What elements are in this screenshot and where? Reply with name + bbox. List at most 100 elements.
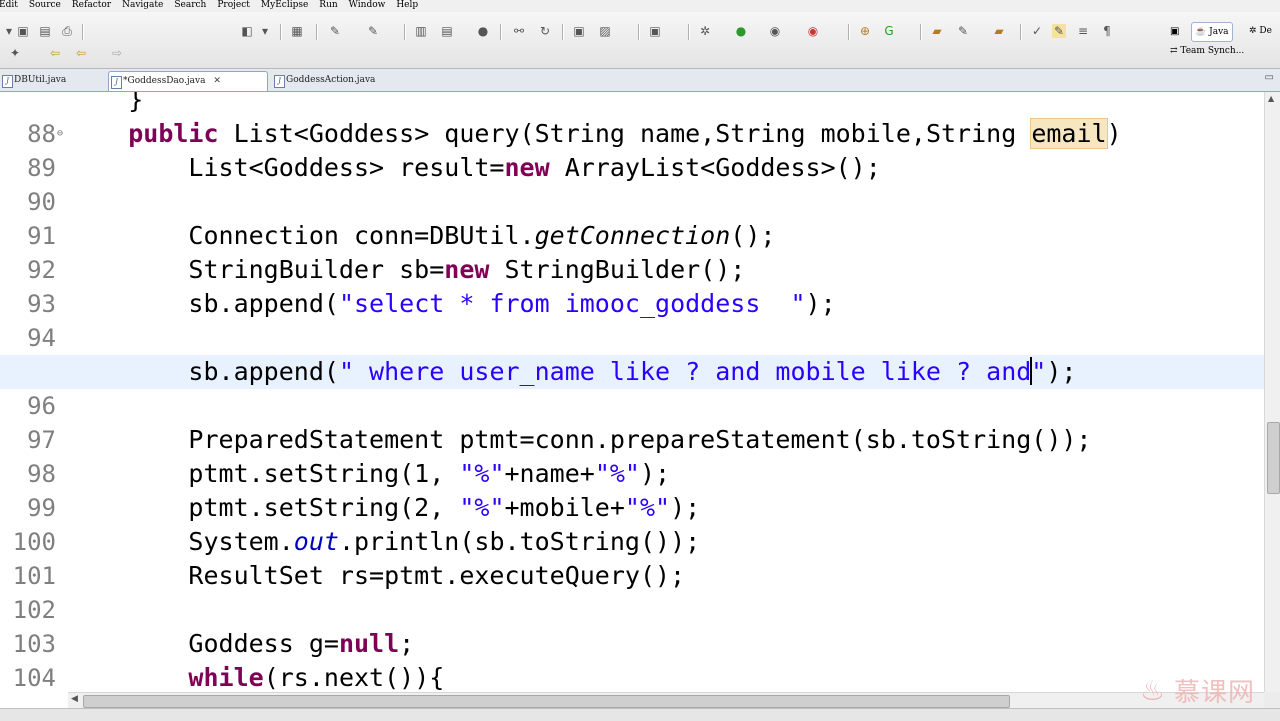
line-code: while(rs.next()){	[188, 663, 445, 692]
open-perspective-icon[interactable]: ▣	[1170, 22, 1179, 42]
string-literal: "%"	[624, 493, 671, 522]
tab-goddessdao[interactable]: J *GoddessDao.java ✕	[108, 71, 268, 91]
vertical-scroll-thumb[interactable]	[1267, 422, 1280, 494]
menu-search[interactable]: Search	[174, 0, 206, 10]
string-literal: "select * from imooc_goddess "	[338, 289, 806, 318]
code-line[interactable]: 89 ⊖ public List<Goddess> query(String n…	[0, 117, 1264, 182]
menu-edit[interactable]: Edit	[0, 0, 18, 10]
run-config-icon[interactable]: ◉	[768, 24, 782, 38]
server-icon[interactable]: ▦	[290, 24, 304, 38]
picture-icon[interactable]: ▨	[598, 24, 612, 38]
code-line[interactable]: 100 ptmt.setString(2, "%"+mobile+"%");	[0, 491, 1264, 556]
line-code: ResultSet rs=ptmt.executeQuery();	[68, 559, 685, 593]
team-sync-label: Team Synch...	[1180, 46, 1245, 56]
back-icon[interactable]: ⇦	[48, 46, 62, 60]
code-line[interactable]: 93 StringBuilder sb=new StringBuilder();	[0, 253, 1264, 318]
maximize-editor-icon[interactable]: ▭	[1265, 72, 1274, 83]
menu-refactor[interactable]: Refactor	[72, 0, 111, 10]
toolbar-separator	[82, 24, 84, 40]
line-code: ptmt.setString(1, "%"+name+"%");	[68, 459, 671, 488]
report-icon[interactable]: ▤	[440, 24, 454, 38]
hint-icon[interactable]: ✦	[8, 46, 22, 60]
browser-icon[interactable]: ▥	[414, 24, 428, 38]
annotation-icon[interactable]: ✓	[1030, 24, 1044, 38]
code-line[interactable]: 104 Goddess g=null;	[0, 627, 1264, 692]
java-perspective-label: Java	[1209, 27, 1229, 37]
flame-logo-icon: ♨	[1140, 674, 1166, 707]
code-line[interactable]: 97	[0, 389, 1264, 454]
new-package-icon[interactable]: G	[882, 24, 896, 38]
debug-perspective-label: De	[1259, 26, 1272, 36]
menu-window[interactable]: Window	[349, 0, 386, 10]
horizontal-scrollbar[interactable]: ◀	[68, 692, 1264, 709]
tab-label: GoddessAction.java	[286, 75, 376, 85]
code-line[interactable]: 102 ResultSet rs=ptmt.executeQuery();	[0, 559, 1264, 624]
globe-icon[interactable]: ●	[476, 24, 490, 38]
line-code: }	[68, 92, 143, 117]
watermark-text: 慕课网	[1174, 678, 1256, 708]
open-folder-icon[interactable]: ▰	[930, 24, 944, 38]
tab-goddessaction[interactable]: J GoddessAction.java	[272, 71, 426, 90]
current-code-line[interactable]: 96 sb.append(" where user_name like ? an…	[0, 355, 1264, 423]
mark-occurrences-icon[interactable]: ✎	[1052, 24, 1066, 38]
dropdown-arrow-icon[interactable]: ▾	[258, 24, 272, 38]
new-icon[interactable]: ▾	[2, 24, 16, 38]
fold-collapse-icon[interactable]: ⊖	[57, 117, 63, 151]
code-editor[interactable]: 88 } 89 ⊖ public List<Goddess> query(Str…	[0, 92, 1264, 692]
save-all-icon[interactable]: ▤	[38, 24, 52, 38]
menu-run[interactable]: Run	[319, 0, 337, 10]
code-line[interactable]: 92 Connection conn=DBUtil.getConnection(…	[0, 219, 1264, 284]
code-line[interactable]: 90 List<Goddess> result=new ArrayList<Go…	[0, 151, 1264, 216]
string-literal: "%"	[594, 459, 640, 488]
open-type-icon[interactable]: ◧	[240, 24, 254, 38]
new-class-icon[interactable]: ⊕	[858, 24, 872, 38]
team-sync-perspective-button[interactable]: ⇄ Team Synch...	[1170, 42, 1244, 60]
link-icon[interactable]: ⚯	[512, 24, 526, 38]
java-perspective-button[interactable]: ☕ Java	[1191, 22, 1233, 42]
code-line[interactable]: 94 sb.append("select * from imooc_goddes…	[0, 287, 1264, 352]
folder-icon[interactable]: ▰	[992, 24, 1006, 38]
menu-project[interactable]: Project	[217, 0, 250, 10]
code-line[interactable]: 99 ptmt.setString(1, "%"+name+"%");	[0, 457, 1264, 522]
menu-navigate[interactable]: Navigate	[122, 0, 163, 10]
run-icon[interactable]: ●	[734, 24, 748, 38]
horizontal-scroll-thumb[interactable]	[83, 695, 1010, 708]
scroll-left-icon[interactable]: ◀	[71, 694, 78, 704]
scroll-up-icon[interactable]: ▲	[1268, 94, 1274, 103]
wand-icon[interactable]: ✎	[366, 24, 380, 38]
code-line[interactable]: 88 }	[0, 92, 1264, 148]
refresh-icon[interactable]: ↻	[538, 24, 552, 38]
close-tab-icon[interactable]: ✕	[213, 76, 221, 86]
back-nav-icon[interactable]: ⇦	[74, 46, 88, 60]
tab-dbutil[interactable]: J DBUtil.java	[0, 71, 114, 90]
debug-icon[interactable]: ✲	[698, 24, 712, 38]
deploy-icon[interactable]: ✎	[328, 24, 342, 38]
debug-perspective-button[interactable]: ✲ De	[1249, 22, 1272, 40]
show-whitespace-icon[interactable]: ≡	[1076, 24, 1090, 38]
external-tools-icon[interactable]: ◉	[806, 24, 820, 38]
menu-source[interactable]: Source	[29, 0, 61, 10]
occurrence-highlight-email: email	[1030, 118, 1108, 149]
menu-help[interactable]: Help	[396, 0, 418, 10]
window-icon[interactable]: ▣	[648, 24, 662, 38]
code-line[interactable]: 91	[0, 185, 1264, 250]
menu-myeclipse[interactable]: MyEclipse	[261, 0, 308, 10]
code-line[interactable]: 98 PreparedStatement ptmt=conn.prepareSt…	[0, 423, 1264, 488]
forward-icon[interactable]: ⇨	[110, 46, 124, 60]
line-code: StringBuilder sb=new StringBuilder();	[68, 255, 746, 284]
debug-perspective-icon: ✲	[1249, 26, 1257, 36]
paragraph-icon[interactable]: ¶	[1100, 24, 1114, 38]
keyword-null: null	[338, 629, 400, 658]
main-toolbar: ▾ ▣ ▤ ⎙ ◧ ▾ ▦ ✎ ✎ ▥ ▤ ● ⚯ ↻ ▣ ▨ ▣ ✲ ● ◉ …	[0, 12, 1280, 69]
vertical-scrollbar[interactable]: ▲	[1264, 92, 1280, 692]
code-line[interactable]: 103	[0, 593, 1264, 658]
image-icon[interactable]: ▣	[572, 24, 586, 38]
line-code: public List<Goddess> query(String name,S…	[128, 118, 1122, 149]
search-tool-icon[interactable]: ✎	[956, 24, 970, 38]
code-line[interactable]: 95	[0, 321, 1264, 386]
code-line[interactable]: 105 while(rs.next()){	[0, 661, 1264, 692]
print-icon[interactable]: ⎙	[60, 24, 74, 38]
toolbar-separator	[688, 24, 690, 40]
code-line[interactable]: 101 System.out.println(sb.toString());	[0, 525, 1264, 590]
save-icon[interactable]: ▣	[16, 24, 30, 38]
